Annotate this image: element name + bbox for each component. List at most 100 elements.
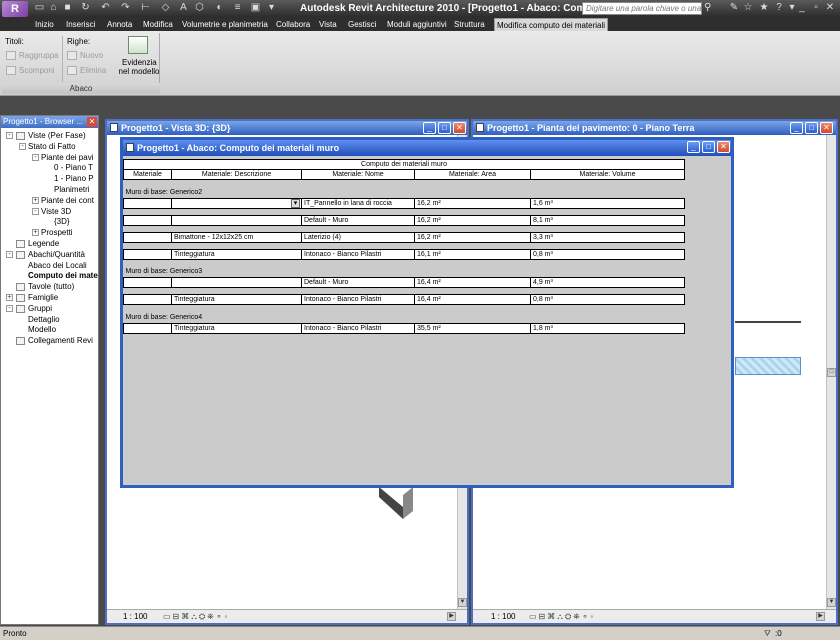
table-cell[interactable] xyxy=(171,214,302,226)
minimize-button[interactable]: _ xyxy=(790,122,803,134)
close-button[interactable]: ✕ xyxy=(820,122,833,134)
table-cell[interactable]: Default - Muro xyxy=(301,214,415,226)
view-3d-titlebar[interactable]: Progetto1 - Vista 3D: {3D} xyxy=(107,121,467,135)
table-cell[interactable] xyxy=(171,277,302,288)
browser-item[interactable]: Dettaglio xyxy=(1,315,98,325)
collapse-icon[interactable]: - xyxy=(32,207,39,215)
favorite-icon[interactable]: ★ xyxy=(758,2,770,14)
browser-close-icon[interactable]: ✕ xyxy=(87,117,97,127)
minimize-button[interactable]: _ xyxy=(687,141,700,153)
table-cell[interactable]: 16,4 m² xyxy=(414,294,531,305)
column-header[interactable]: Materiale: Nome xyxy=(301,169,415,180)
browser-item[interactable]: 1 - Piano P xyxy=(1,174,98,184)
browser-item[interactable]: + Piante dei cont xyxy=(1,196,98,206)
collapse-icon[interactable]: - xyxy=(6,132,13,139)
browser-item[interactable]: 0 - Piano T xyxy=(1,163,98,173)
browser-item[interactable]: Abaco dei Locali xyxy=(1,261,98,271)
table-cell[interactable]: 16,2 m² xyxy=(414,231,531,243)
browser-item[interactable]: Modello xyxy=(1,325,98,335)
table-cell[interactable]: Bimattone - 12x12x25 cm xyxy=(171,231,302,243)
tab-modifica-computo[interactable]: Modifica computo dei materiali xyxy=(494,18,609,31)
tab-gestisci[interactable]: Gestisci xyxy=(348,18,376,31)
table-cell[interactable]: 8,1 m³ xyxy=(529,214,686,226)
save-icon[interactable]: ■ xyxy=(62,2,73,13)
table-row[interactable]: ▾ IT_Pannello in lana di roccia 16,2 m² 1,6… xyxy=(123,197,686,209)
close-hidden-icon[interactable]: ▣ xyxy=(250,2,261,13)
undo-icon[interactable]: ↶ xyxy=(100,2,111,13)
close-button[interactable]: ✕ xyxy=(453,122,466,134)
thin-lines-icon[interactable]: ≡ xyxy=(232,2,243,13)
scroll-right-arrow[interactable]: ▶ xyxy=(816,612,825,621)
table-cell[interactable]: Intonaco - Bianco Pilastri xyxy=(301,248,415,260)
column-header[interactable]: Materiale xyxy=(123,169,172,180)
sync-icon[interactable]: ↻ xyxy=(80,2,91,13)
tab-inserisci[interactable]: Inserisci xyxy=(66,18,95,31)
table-cell[interactable]: 16,1 m² xyxy=(414,248,531,260)
browser-item[interactable]: Tavole (tutto) xyxy=(1,282,98,292)
evidenzia-label-2[interactable]: nel modello xyxy=(118,67,160,76)
collapse-icon[interactable]: - xyxy=(6,304,13,312)
binoculars-icon[interactable]: ⚲ xyxy=(704,2,716,14)
star-icon[interactable]: ☆ xyxy=(742,2,754,14)
measure-icon[interactable]: ⊢ xyxy=(140,2,151,13)
table-cell[interactable]: Tinteggiatura xyxy=(171,248,302,260)
table-cell[interactable]: Intonaco - Bianco Pilastri xyxy=(301,294,415,305)
column-header[interactable]: Materiale: Area xyxy=(414,169,531,180)
view-3d-icon[interactable]: ⬡ xyxy=(194,2,205,13)
table-row[interactable]: Tinteggiatura Intonaco - Bianco Pilastri 1… xyxy=(123,248,686,260)
table-row[interactable]: Default - Muro 16,2 m² 8,1 m³ xyxy=(123,214,686,226)
minimize-button[interactable]: _ xyxy=(423,122,436,134)
nuovo-button[interactable]: Nuovo xyxy=(80,51,103,60)
table-cell[interactable]: IT_Pannello in lana di roccia xyxy=(301,197,415,209)
column-header[interactable]: Materiale: Descrizione xyxy=(171,169,302,180)
view-scale[interactable]: 1 : 100 xyxy=(123,610,147,623)
browser-item[interactable]: Computo dei mate xyxy=(1,271,98,281)
browser-item[interactable]: - Abachi/Quantità xyxy=(1,250,98,260)
browser-item[interactable]: - Stato di Fatto xyxy=(1,142,98,152)
table-cell[interactable]: 16,2 m² xyxy=(414,214,531,226)
schedule-titlebar[interactable]: Progetto1 - Abaco: Computo dei materiali… xyxy=(123,140,731,156)
table-cell[interactable]: 0,8 m³ xyxy=(529,294,686,305)
collapse-icon[interactable]: - xyxy=(19,142,26,150)
scroll-right-arrow[interactable]: ▶ xyxy=(447,612,456,621)
table-cell[interactable] xyxy=(123,322,172,334)
tab-vista[interactable]: Vista xyxy=(319,18,337,31)
text-icon[interactable]: A xyxy=(178,2,189,13)
maximize-button[interactable]: □ xyxy=(805,122,818,134)
view-control-icons[interactable]: ▭⊟⌘⛬⛭⛯⚬◦ xyxy=(163,610,229,623)
tab-moduli[interactable]: Moduli aggiuntivi xyxy=(387,18,447,31)
table-cell[interactable]: 16,2 m² xyxy=(414,197,531,209)
table-cell[interactable]: Default - Muro xyxy=(301,277,415,288)
expand-icon[interactable]: + xyxy=(32,229,39,237)
browser-item[interactable]: + Famiglie xyxy=(1,293,98,303)
table-row[interactable]: Tinteggiatura Intonaco - Bianco Pilastri 3… xyxy=(123,322,686,334)
scroll-down-arrow[interactable]: ▼ xyxy=(827,598,836,607)
raggruppa-button[interactable]: Raggruppa xyxy=(19,51,59,60)
revit-logo-icon[interactable]: R xyxy=(2,1,28,17)
table-cell[interactable] xyxy=(123,231,172,243)
column-header[interactable]: Materiale: Volume xyxy=(529,169,686,180)
open-folder-icon[interactable]: ⌂ xyxy=(48,2,59,13)
browser-item[interactable]: - Piante dei pavi xyxy=(1,153,98,163)
table-cell[interactable]: 1,8 m³ xyxy=(529,322,686,334)
scroll-thumb[interactable]: □ xyxy=(827,368,836,377)
dropdown-icon[interactable]: ▾ xyxy=(266,2,277,13)
table-row[interactable]: Tinteggiatura Intonaco - Bianco Pilastri 1… xyxy=(123,294,686,305)
close-icon[interactable]: ✕ xyxy=(824,2,836,14)
table-cell[interactable]: 3,3 m³ xyxy=(529,231,686,243)
tag-icon[interactable]: ◇ xyxy=(160,2,171,13)
tab-struttura[interactable]: Struttura xyxy=(454,18,485,31)
dropdown-arrow-icon[interactable]: ▾ xyxy=(291,199,300,207)
filter-icon[interactable]: ⛛ xyxy=(764,627,771,640)
table-cell[interactable]: Laterizio (4) xyxy=(301,231,415,243)
table-row[interactable]: Default - Muro 16,4 m² 4,9 m³ xyxy=(123,277,686,288)
scroll-down-arrow[interactable]: ▼ xyxy=(458,598,467,607)
browser-item[interactable]: - Viste (Per Fase) xyxy=(1,131,98,141)
table-cell[interactable]: Tinteggiatura xyxy=(171,294,302,305)
tab-collabora[interactable]: Collabora xyxy=(276,18,310,31)
maximize-button[interactable]: □ xyxy=(438,122,451,134)
table-cell[interactable]: 16,4 m² xyxy=(414,277,531,288)
section-icon[interactable]: ◐ xyxy=(214,2,225,13)
tab-inizio[interactable]: Inizio xyxy=(35,18,54,31)
maximize-button[interactable]: □ xyxy=(702,141,715,153)
